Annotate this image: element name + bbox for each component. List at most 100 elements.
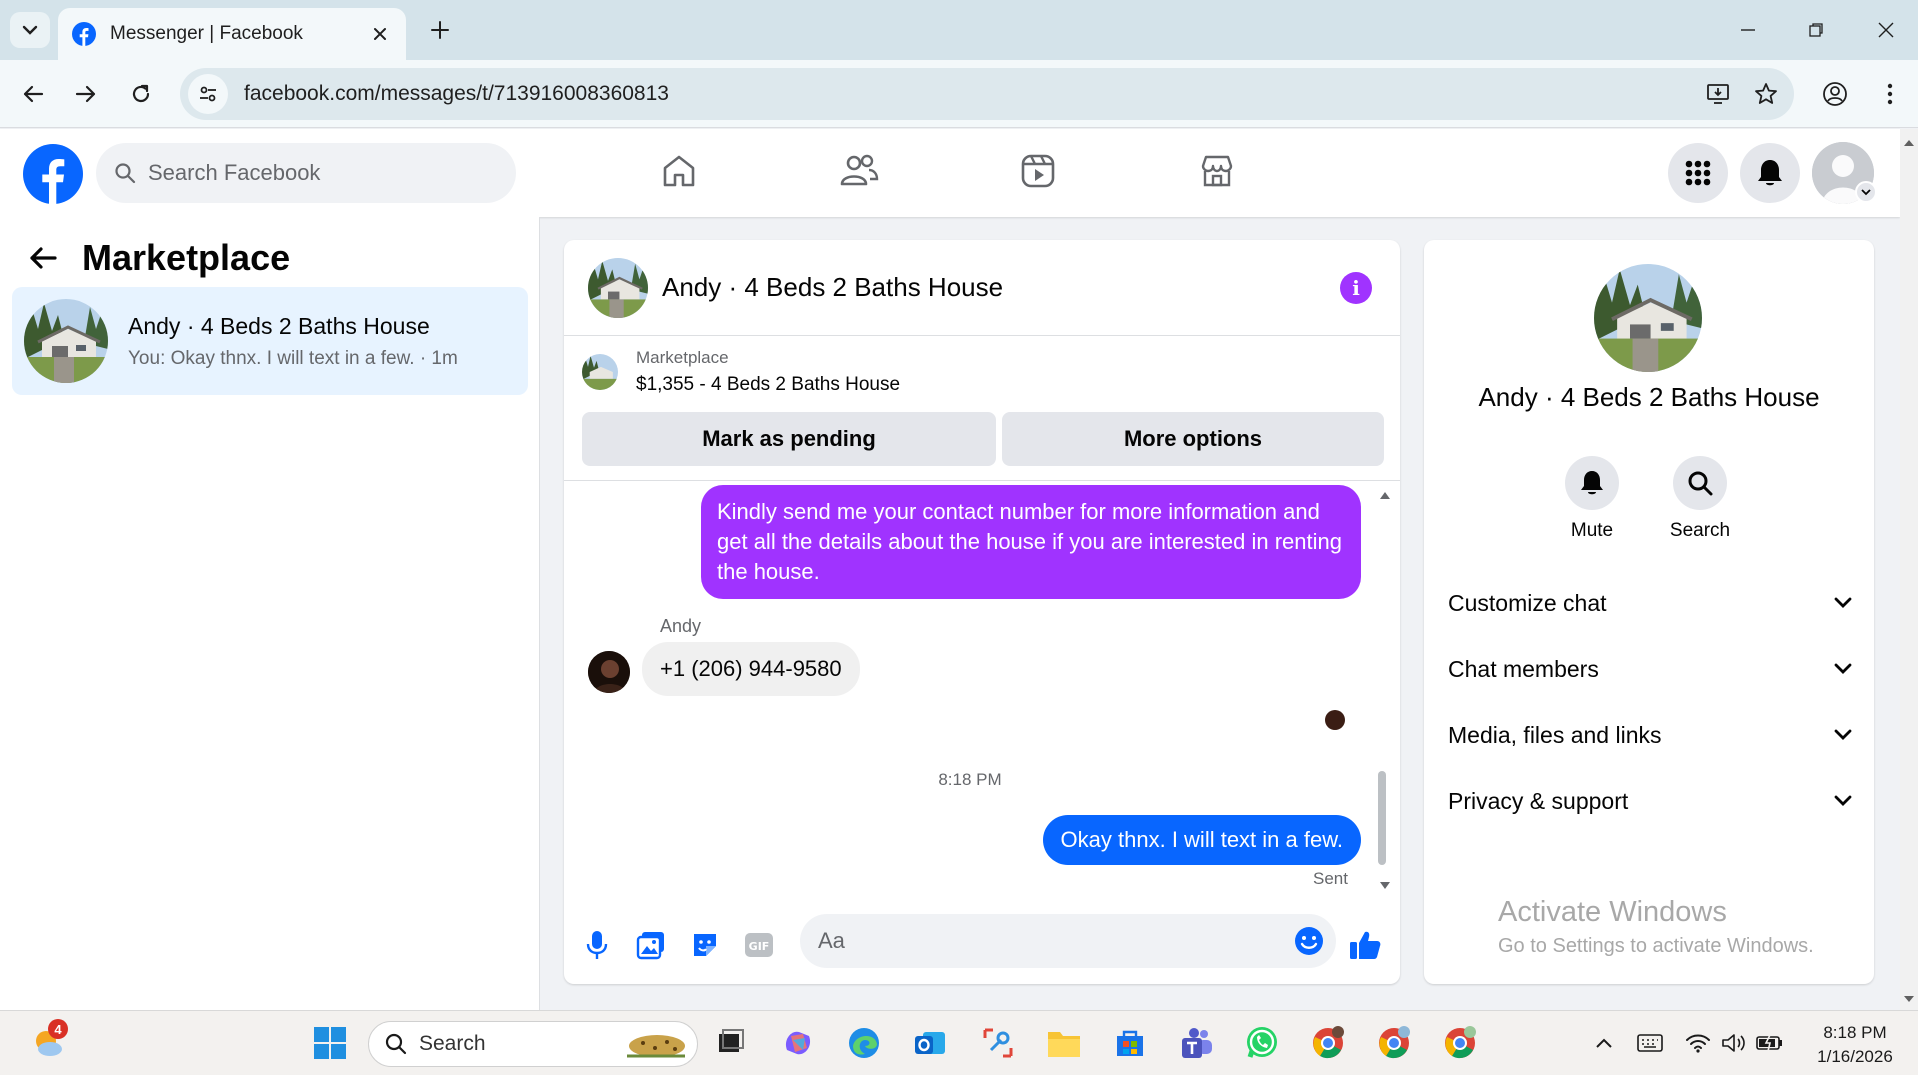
- like-button[interactable]: [1348, 928, 1382, 962]
- keyboard-indicator[interactable]: [1628, 1021, 1672, 1065]
- reload-button[interactable]: [121, 74, 161, 114]
- sticker-button[interactable]: [688, 928, 722, 962]
- nav-home[interactable]: [624, 139, 734, 203]
- mute-button[interactable]: [1565, 456, 1619, 510]
- windows-logo-icon: [314, 1027, 346, 1059]
- tune-icon: [200, 86, 216, 102]
- triangle-up-icon[interactable]: [1378, 489, 1392, 501]
- conversation-item[interactable]: Andy · 4 Beds 2 Baths House You: Okay th…: [12, 287, 528, 395]
- marketplace-listing-card[interactable]: Marketplace $1,355 - 4 Beds 2 Baths Hous…: [582, 348, 900, 396]
- copilot-app[interactable]: [776, 1021, 820, 1065]
- snipping-tool-app[interactable]: [976, 1021, 1020, 1065]
- chat-title[interactable]: Andy · 4 Beds 2 Baths House: [662, 272, 1003, 303]
- omnibox[interactable]: facebook.com/messages/t/713916008360813: [180, 68, 1794, 120]
- account-caret[interactable]: [1855, 181, 1877, 203]
- start-button[interactable]: [308, 1021, 352, 1065]
- chevron-down-icon: [1834, 597, 1852, 608]
- outlook-app[interactable]: [908, 1021, 952, 1065]
- section-customize-chat[interactable]: Customize chat: [1448, 576, 1852, 630]
- wifi-icon: [1686, 1034, 1710, 1053]
- home-icon: [663, 155, 695, 187]
- tab-search-button[interactable]: [10, 12, 50, 48]
- outgoing-message[interactable]: Kindly send me your contact number for m…: [701, 485, 1361, 599]
- page-scrollbar[interactable]: [1900, 129, 1918, 1010]
- plus-icon: [431, 21, 449, 39]
- nav-marketplace[interactable]: [1162, 139, 1272, 203]
- whatsapp-app[interactable]: [1240, 1021, 1284, 1065]
- listing-text: Marketplace $1,355 - 4 Beds 2 Baths Hous…: [636, 348, 900, 396]
- house-photo-icon: [588, 257, 648, 318]
- triangle-down-icon[interactable]: [1378, 879, 1392, 891]
- incoming-message[interactable]: +1 (206) 944-9580: [642, 642, 860, 696]
- section-media-files-links[interactable]: Media, files and links: [1448, 708, 1852, 762]
- notifications-button[interactable]: [1740, 143, 1800, 203]
- taskbar-clock[interactable]: 8:18 PM 1/16/2026: [1800, 1021, 1910, 1069]
- close-window-button[interactable]: [1864, 10, 1908, 50]
- forward-button[interactable]: [66, 74, 106, 114]
- info-icon: i: [1352, 276, 1360, 300]
- facebook-search-box[interactable]: [96, 143, 516, 203]
- search-label: Search: [1669, 520, 1731, 541]
- nav-friends[interactable]: [804, 139, 914, 203]
- gif-icon: GIF: [745, 933, 773, 957]
- taskbar-search[interactable]: Search: [368, 1021, 698, 1067]
- chrome-profile-1[interactable]: [1306, 1021, 1350, 1065]
- chat-header-thumbnail[interactable]: [588, 257, 648, 318]
- attach-photo-button[interactable]: [634, 928, 668, 962]
- voice-clip-button[interactable]: [580, 928, 614, 962]
- minimize-button[interactable]: [1726, 10, 1770, 50]
- search-action[interactable]: Search: [1660, 456, 1740, 542]
- restore-icon: [1809, 23, 1823, 37]
- search-in-conversation-button[interactable]: [1673, 456, 1727, 510]
- address-bar-row: facebook.com/messages/t/713916008360813: [0, 60, 1918, 128]
- video-icon: [1021, 154, 1055, 188]
- microsoft-store-app[interactable]: [1108, 1021, 1152, 1065]
- facebook-search-input[interactable]: [148, 160, 468, 186]
- details-thumbnail[interactable]: [1594, 264, 1702, 372]
- section-privacy-support[interactable]: Privacy & support: [1448, 774, 1852, 828]
- bookmark-button[interactable]: [1746, 74, 1786, 114]
- browser-menu-button[interactable]: [1870, 74, 1910, 114]
- chrome-icon: [1313, 1026, 1344, 1059]
- section-chat-members[interactable]: Chat members: [1448, 642, 1852, 696]
- chrome-icon: [1445, 1026, 1476, 1059]
- mute-action[interactable]: Mute: [1552, 456, 1632, 542]
- battery-charging-icon: [1756, 1034, 1782, 1052]
- copilot-icon: [785, 1031, 811, 1055]
- emoji-icon[interactable]: [1294, 926, 1324, 956]
- gif-button[interactable]: GIF: [742, 928, 776, 962]
- facebook-logo-icon[interactable]: [23, 144, 83, 204]
- url-text[interactable]: facebook.com/messages/t/713916008360813: [244, 82, 1698, 106]
- arrow-left-icon[interactable]: [28, 243, 58, 273]
- store-icon: [1117, 1030, 1143, 1056]
- show-hidden-icons-button[interactable]: [1582, 1021, 1626, 1065]
- mark-as-pending-button[interactable]: Mark as pending: [582, 412, 996, 466]
- close-tab-button[interactable]: [368, 22, 392, 46]
- edge-app[interactable]: [842, 1021, 886, 1065]
- chrome-profile-3[interactable]: [1438, 1021, 1482, 1065]
- teams-app[interactable]: [1174, 1021, 1218, 1065]
- new-tab-button[interactable]: [424, 14, 456, 46]
- outgoing-message[interactable]: Okay thnx. I will text in a few.: [1042, 815, 1361, 865]
- battery-indicator[interactable]: [1748, 1021, 1792, 1065]
- message-input-box[interactable]: [800, 914, 1336, 968]
- thread-scrollbar-thumb[interactable]: [1378, 771, 1386, 865]
- clock-time: 8:18 PM: [1823, 1023, 1887, 1042]
- nav-video[interactable]: [983, 139, 1093, 203]
- back-button[interactable]: [13, 74, 53, 114]
- edge-icon: [849, 1028, 879, 1058]
- install-app-button[interactable]: [1698, 74, 1738, 114]
- conversation-info-button[interactable]: i: [1340, 272, 1372, 304]
- profile-button[interactable]: [1815, 74, 1855, 114]
- chrome-profile-2[interactable]: [1372, 1021, 1416, 1065]
- file-explorer-app[interactable]: [1042, 1021, 1086, 1065]
- browser-tab[interactable]: Messenger | Facebook: [58, 8, 406, 60]
- message-input[interactable]: [818, 928, 1258, 954]
- menu-button[interactable]: [1668, 143, 1728, 203]
- restore-button[interactable]: [1794, 10, 1838, 50]
- andy-avatar[interactable]: [588, 651, 630, 693]
- more-options-button[interactable]: More options: [1002, 412, 1384, 466]
- star-icon: [1755, 83, 1777, 104]
- site-info-button[interactable]: [188, 74, 228, 114]
- task-view-button[interactable]: [708, 1021, 752, 1065]
